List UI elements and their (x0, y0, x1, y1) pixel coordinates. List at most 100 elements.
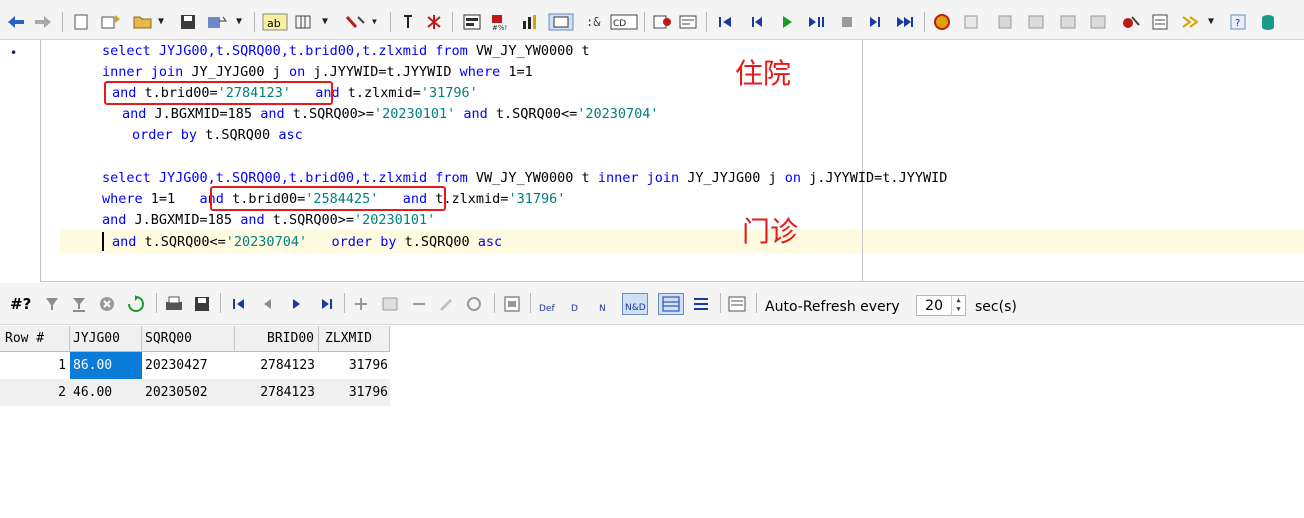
text-view-icon[interactable] (726, 295, 748, 313)
compare-icon[interactable] (1088, 13, 1108, 31)
previous-icon[interactable] (748, 13, 766, 31)
save-icon[interactable] (178, 13, 198, 31)
post-record-icon[interactable] (464, 295, 486, 313)
format-sql-icon[interactable] (678, 13, 698, 31)
next-record-icon[interactable] (288, 295, 306, 313)
string-literal: '31796' (420, 85, 478, 101)
back-arrow-icon[interactable] (6, 13, 26, 31)
table-cell[interactable]: 20230502 (142, 379, 235, 406)
code-line[interactable]: and t.SQRQ00<='20230704' order by t.SQRQ… (112, 233, 502, 251)
clear-filter-icon[interactable] (70, 295, 88, 313)
insert-record-icon[interactable] (352, 295, 370, 313)
dbms-output-icon[interactable]: CD (610, 13, 638, 31)
next-icon[interactable] (866, 13, 884, 31)
null-value-icon[interactable]: N (594, 295, 616, 313)
spinner[interactable]: ▲ ▼ (951, 296, 965, 315)
date-value-icon[interactable]: D (566, 295, 588, 313)
query-builder-icon[interactable] (548, 13, 574, 31)
column-header-brid00[interactable]: BRID00 (235, 326, 319, 352)
code-line[interactable]: select JYJG00,t.SQRQ00,t.brid00,t.zlxmid… (102, 42, 590, 60)
describe-icon[interactable] (652, 13, 672, 31)
report-icon[interactable] (1150, 13, 1172, 31)
results-grid[interactable]: Row # JYJG00 SQRQ00 BRID00 ZLXMID 1 86.0… (0, 326, 1304, 518)
database-icon[interactable] (1258, 13, 1278, 31)
column-header-jyjg00[interactable]: JYJG00 (70, 326, 142, 352)
table-cell[interactable]: 2784123 (235, 379, 315, 406)
null-default-toggle-icon[interactable]: N&D (622, 293, 648, 315)
code-line[interactable]: and J.BGXMID=185 and t.SQRQ00>='20230101… (122, 105, 658, 123)
print-icon[interactable] (164, 295, 184, 313)
table-cell[interactable]: 46.00 (70, 379, 142, 406)
grid-view-toggle-icon[interactable] (658, 293, 684, 315)
edit-record-icon[interactable] (436, 295, 456, 313)
export-icon[interactable] (1026, 13, 1046, 31)
bind-variables-icon[interactable]: #%! (490, 13, 512, 31)
clear-icon[interactable] (424, 13, 444, 31)
open-folder-icon[interactable] (132, 13, 154, 31)
save-as-icon[interactable] (206, 13, 228, 31)
sql-token: t.SQRQ00>= (264, 212, 354, 228)
new-window-icon[interactable] (100, 13, 122, 31)
spin-up-icon[interactable]: ▲ (952, 296, 965, 305)
sql-token: t.SQRQ00>= (284, 106, 374, 122)
chevron-down-icon[interactable]: ▼ (322, 13, 328, 31)
commit-icon[interactable] (962, 13, 982, 31)
forward-arrow-icon[interactable] (33, 13, 53, 31)
code-line[interactable]: select JYJG00,t.SQRQ00,t.brid00,t.zlxmid… (102, 169, 947, 187)
table-cell-selected[interactable]: 86.00 (70, 352, 142, 379)
text-cursor-icon[interactable] (400, 13, 416, 31)
help-icon[interactable]: ? (1228, 13, 1248, 31)
prior-record-icon[interactable] (258, 295, 276, 313)
first-icon[interactable] (716, 13, 734, 31)
columns-icon[interactable] (294, 13, 312, 31)
single-record-view-icon[interactable] (502, 295, 522, 313)
code-line[interactable]: and J.BGXMID=185 and t.SQRQ00>='20230101… (102, 211, 435, 229)
tools-icon[interactable] (1120, 13, 1142, 31)
first-record-icon[interactable] (230, 295, 248, 313)
last-record-icon[interactable] (318, 295, 336, 313)
sql-token: J.BGXMID=185 (126, 212, 241, 228)
wand-icon[interactable] (344, 13, 368, 31)
transaction-icon[interactable] (932, 13, 952, 31)
chevron-down-icon[interactable]: ▼ (236, 13, 242, 31)
code-line[interactable]: inner join JY_JYJG00 j on j.JYYWID=t.JYY… (102, 63, 533, 81)
seconds-unit-label: sec(s) (975, 299, 1017, 315)
filter-icon[interactable] (44, 295, 60, 313)
step-icon[interactable] (806, 13, 828, 31)
cancel-icon[interactable] (98, 295, 116, 313)
refresh-icon[interactable] (126, 295, 146, 313)
spin-down-icon[interactable]: ▼ (952, 305, 965, 314)
delete-record-icon[interactable] (410, 295, 428, 313)
duplicate-record-icon[interactable] (380, 295, 400, 313)
chevron-down-icon[interactable]: ▼ (1208, 13, 1214, 31)
refresh-interval-input[interactable]: 20 ▲ ▼ (916, 295, 966, 316)
default-value-icon[interactable]: Def (538, 295, 560, 313)
record-view-icon[interactable] (690, 295, 712, 313)
explain-plan-icon[interactable] (462, 13, 482, 31)
play-icon[interactable] (778, 13, 796, 31)
chevron-down-icon[interactable]: ▼ (372, 13, 377, 31)
rollback-icon[interactable] (996, 13, 1016, 31)
toolbar-separator (220, 293, 221, 313)
column-header-sqrq00[interactable]: SQRQ00 (142, 326, 235, 352)
svg-text:N&D: N&D (625, 303, 646, 313)
code-line[interactable]: order by t.SQRQ00 asc (132, 126, 303, 144)
sql-editor[interactable]: • select JYJG00,t.SQRQ00,t.brid00,t.zlxm… (0, 40, 1304, 282)
text-format-icon[interactable]: ab (262, 13, 288, 31)
more-tools-icon[interactable] (1180, 13, 1202, 31)
table-cell[interactable]: 31796 (319, 352, 388, 379)
import-icon[interactable] (1058, 13, 1078, 31)
table-cell[interactable]: 2784123 (235, 352, 315, 379)
save-grid-icon[interactable] (192, 295, 212, 313)
table-cell[interactable]: 20230427 (142, 352, 235, 379)
new-file-icon[interactable] (72, 13, 90, 31)
column-header-row-number[interactable]: Row # (0, 326, 70, 352)
chevron-down-icon[interactable]: ▼ (158, 13, 164, 31)
column-header-zlxmid[interactable]: ZLXMID (319, 326, 390, 352)
ampersand-icon[interactable]: :& (586, 13, 600, 31)
stop-icon[interactable] (838, 13, 856, 31)
last-icon[interactable] (894, 13, 916, 31)
table-cell[interactable]: 31796 (319, 379, 388, 406)
statistics-icon[interactable] (520, 13, 540, 31)
query-by-example-button[interactable]: #? (10, 295, 31, 313)
